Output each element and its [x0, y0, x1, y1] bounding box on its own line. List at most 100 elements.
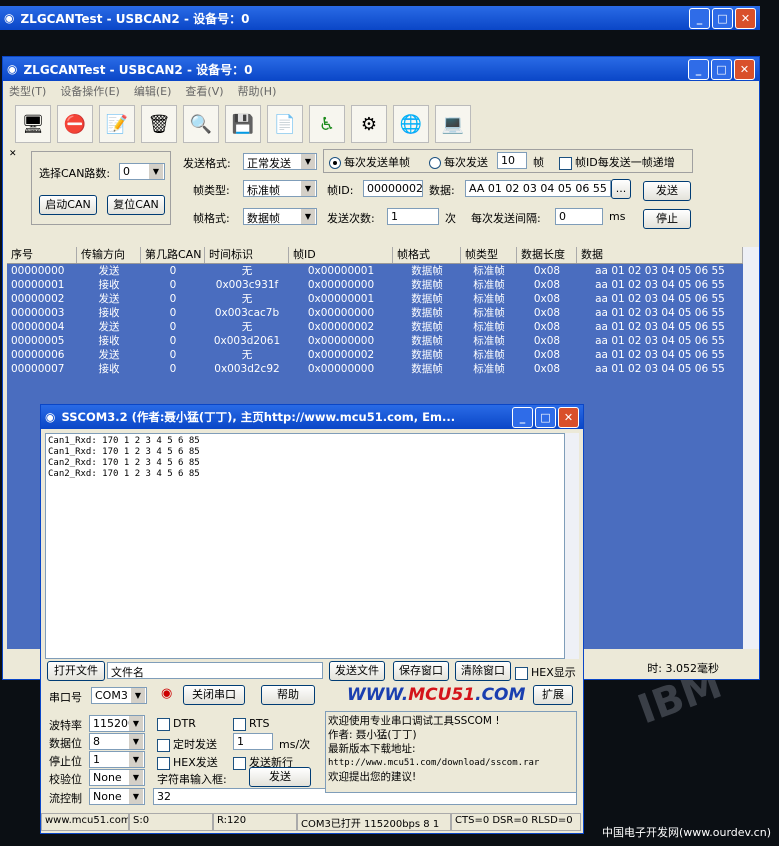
menu-type[interactable]: 类型(T): [9, 83, 46, 99]
parity-label: 校验位: [49, 773, 82, 786]
open-file-button[interactable]: 打开文件: [47, 661, 105, 681]
col-frame-id[interactable]: 帧ID: [289, 247, 393, 263]
timed-interval-input[interactable]: 1: [233, 733, 273, 750]
sscom-title-bar[interactable]: ◉ SSCOM3.2 (作者:聂小猛(丁丁), 主页http://www.mcu…: [41, 405, 583, 429]
id-increment-checkbox[interactable]: 帧ID每发送一帧递增: [559, 154, 675, 170]
receive-text-area[interactable]: Can1_Rxd: 170 1 2 3 4 5 6 85 Can1_Rxd: 1…: [45, 433, 565, 659]
maximize-icon[interactable]: □: [711, 58, 732, 80]
send-count-input[interactable]: 1: [387, 208, 439, 225]
minimize-icon[interactable]: _: [688, 58, 709, 80]
menu-view[interactable]: 查看(V): [185, 83, 223, 99]
close-port-button[interactable]: 关闭串口: [183, 685, 245, 705]
send-format-select[interactable]: 正常发送: [243, 153, 317, 170]
close-icon[interactable]: ✕: [734, 58, 755, 80]
multi-count-input[interactable]: 10: [497, 152, 527, 169]
document-icon[interactable]: 📄: [267, 105, 303, 143]
port-select[interactable]: COM3: [91, 687, 147, 704]
receive-line: Can1_Rxd: 170 1 2 3 4 5 6 85: [48, 447, 200, 457]
col-can-route[interactable]: 第几路CAN: [141, 247, 205, 263]
frame-format-label: 帧格式:: [193, 212, 230, 225]
frame-id-input[interactable]: 00000002: [363, 180, 423, 197]
magnifier-icon[interactable]: 🔍: [183, 105, 219, 143]
interval-input[interactable]: 0: [555, 208, 603, 225]
table-row[interactable]: 00000002 发送 0 无 0x00000001 数据帧 标准帧 0x08 aa 01 02…: [7, 292, 743, 306]
accessibility-icon[interactable]: ♿: [309, 105, 345, 143]
timed-send-checkbox[interactable]: 定时发送: [157, 736, 217, 752]
expand-button[interactable]: 扩展: [533, 685, 573, 705]
notepad-icon[interactable]: 📝: [99, 105, 135, 143]
stopbits-select[interactable]: 1: [89, 751, 145, 768]
col-timestamp[interactable]: 时间标识: [205, 247, 289, 263]
frame-format-select[interactable]: 数据帧: [243, 208, 317, 225]
stop-sign-icon[interactable]: ⛔: [57, 105, 93, 143]
clear-window-button[interactable]: 清除窗口: [455, 661, 511, 681]
hex-display-checkbox[interactable]: HEX显示: [515, 664, 576, 680]
col-frame-type[interactable]: 帧类型: [461, 247, 517, 263]
databits-select[interactable]: 8: [89, 733, 145, 750]
computer-icon[interactable]: 💻: [435, 105, 471, 143]
background-window[interactable]: ◉ ZLGCANTest - USBCAN2 - 设备号：0 _ □ ✕: [0, 6, 760, 30]
reset-can-button[interactable]: 复位CAN: [107, 195, 165, 215]
table-row[interactable]: 00000005 接收 0 0x003d2061 0x00000000 数据帧 标准帧 0x0…: [7, 334, 743, 348]
elapsed-time: 时: 3.052毫秒: [647, 662, 719, 675]
send-button[interactable]: 发送: [643, 181, 691, 201]
save-disk-icon[interactable]: 💾: [225, 105, 261, 143]
panel-close-icon[interactable]: ✕: [9, 149, 17, 159]
hex-send-checkbox[interactable]: HEX发送: [157, 754, 218, 770]
receive-scrollbar[interactable]: [565, 433, 579, 659]
maximize-icon[interactable]: □: [712, 7, 733, 29]
stop-button[interactable]: 停止: [643, 209, 691, 229]
sscom-window[interactable]: ◉ SSCOM3.2 (作者:聂小猛(丁丁), 主页http://www.mcu…: [40, 404, 584, 834]
col-index[interactable]: 序号: [7, 247, 77, 263]
send-file-button[interactable]: 发送文件: [329, 661, 385, 681]
help-button[interactable]: 帮助: [261, 685, 315, 705]
interval-label: 每次发送间隔:: [471, 212, 541, 225]
rts-checkbox[interactable]: RTS: [233, 717, 270, 731]
table-row[interactable]: 00000000 发送 0 无 0x00000001 数据帧 标准帧 0x08 aa 01 02…: [7, 264, 743, 278]
info-line: 最新版本下载地址:: [328, 743, 416, 755]
radio-multi[interactable]: 每次发送: [429, 154, 488, 170]
table-row[interactable]: 00000004 发送 0 无 0x00000002 数据帧 标准帧 0x08 aa 01 02…: [7, 320, 743, 334]
data-input[interactable]: AA 01 02 03 04 05 06 55: [465, 180, 611, 197]
sscom-send-button[interactable]: 发送: [249, 767, 311, 787]
table-row[interactable]: 00000007 接收 0 0x003d2c92 0x00000000 数据帧 标准帧 0x0…: [7, 362, 743, 376]
col-data[interactable]: 数据: [577, 247, 743, 263]
close-icon[interactable]: ✕: [735, 7, 756, 29]
gear-icon[interactable]: ⚙: [351, 105, 387, 143]
minimize-icon[interactable]: _: [689, 7, 710, 29]
parity-select[interactable]: None: [89, 769, 145, 786]
status-port: COM3已打开 115200bps 8 1: [297, 813, 451, 831]
monitor-icon[interactable]: 🖥: [15, 105, 51, 143]
main-title-bar[interactable]: ◉ ZLGCANTest - USBCAN2 - 设备号：0 _ □ ✕: [3, 57, 759, 81]
flow-select[interactable]: None: [89, 788, 145, 805]
background-title-bar[interactable]: ◉ ZLGCANTest - USBCAN2 - 设备号：0 _ □ ✕: [0, 6, 760, 30]
status-website: www.mcu51.com: [41, 813, 129, 831]
table-vertical-scrollbar[interactable]: [743, 247, 759, 649]
send-count-label: 发送次数:: [327, 212, 375, 225]
input-label: 字符串输入框:: [157, 773, 227, 786]
save-window-button[interactable]: 保存窗口: [393, 661, 449, 681]
trash-icon[interactable]: 🗑: [141, 105, 177, 143]
table-row[interactable]: 00000001 接收 0 0x003c931f 0x00000000 数据帧 标准帧 0x0…: [7, 278, 743, 292]
frame-type-select[interactable]: 标准帧: [243, 180, 317, 197]
globe-icon[interactable]: 🌐: [393, 105, 429, 143]
menu-help[interactable]: 帮助(H): [238, 83, 277, 99]
app-icon: ◉: [7, 62, 18, 76]
close-icon[interactable]: ✕: [558, 406, 579, 428]
data-more-button[interactable]: ...: [611, 179, 631, 199]
col-frame-format[interactable]: 帧格式: [393, 247, 461, 263]
table-row[interactable]: 00000006 发送 0 无 0x00000002 数据帧 标准帧 0x08 aa 01 02…: [7, 348, 743, 362]
col-direction[interactable]: 传输方向: [77, 247, 141, 263]
radio-single[interactable]: 每次发送单帧: [329, 154, 410, 170]
dtr-checkbox[interactable]: DTR: [157, 717, 196, 731]
table-row[interactable]: 00000003 接收 0 0x003cac7b 0x00000000 数据帧 标准帧 0x0…: [7, 306, 743, 320]
maximize-icon[interactable]: □: [535, 406, 556, 428]
menu-edit[interactable]: 编辑(E): [134, 83, 172, 99]
menu-device[interactable]: 设备操作(E): [60, 83, 120, 99]
col-data-length[interactable]: 数据长度: [517, 247, 577, 263]
baud-select[interactable]: 115200: [89, 715, 145, 732]
start-can-button[interactable]: 启动CAN: [39, 195, 97, 215]
minimize-icon[interactable]: _: [512, 406, 533, 428]
can-route-select[interactable]: 0: [119, 163, 165, 180]
filename-input[interactable]: 文件名: [107, 662, 323, 679]
